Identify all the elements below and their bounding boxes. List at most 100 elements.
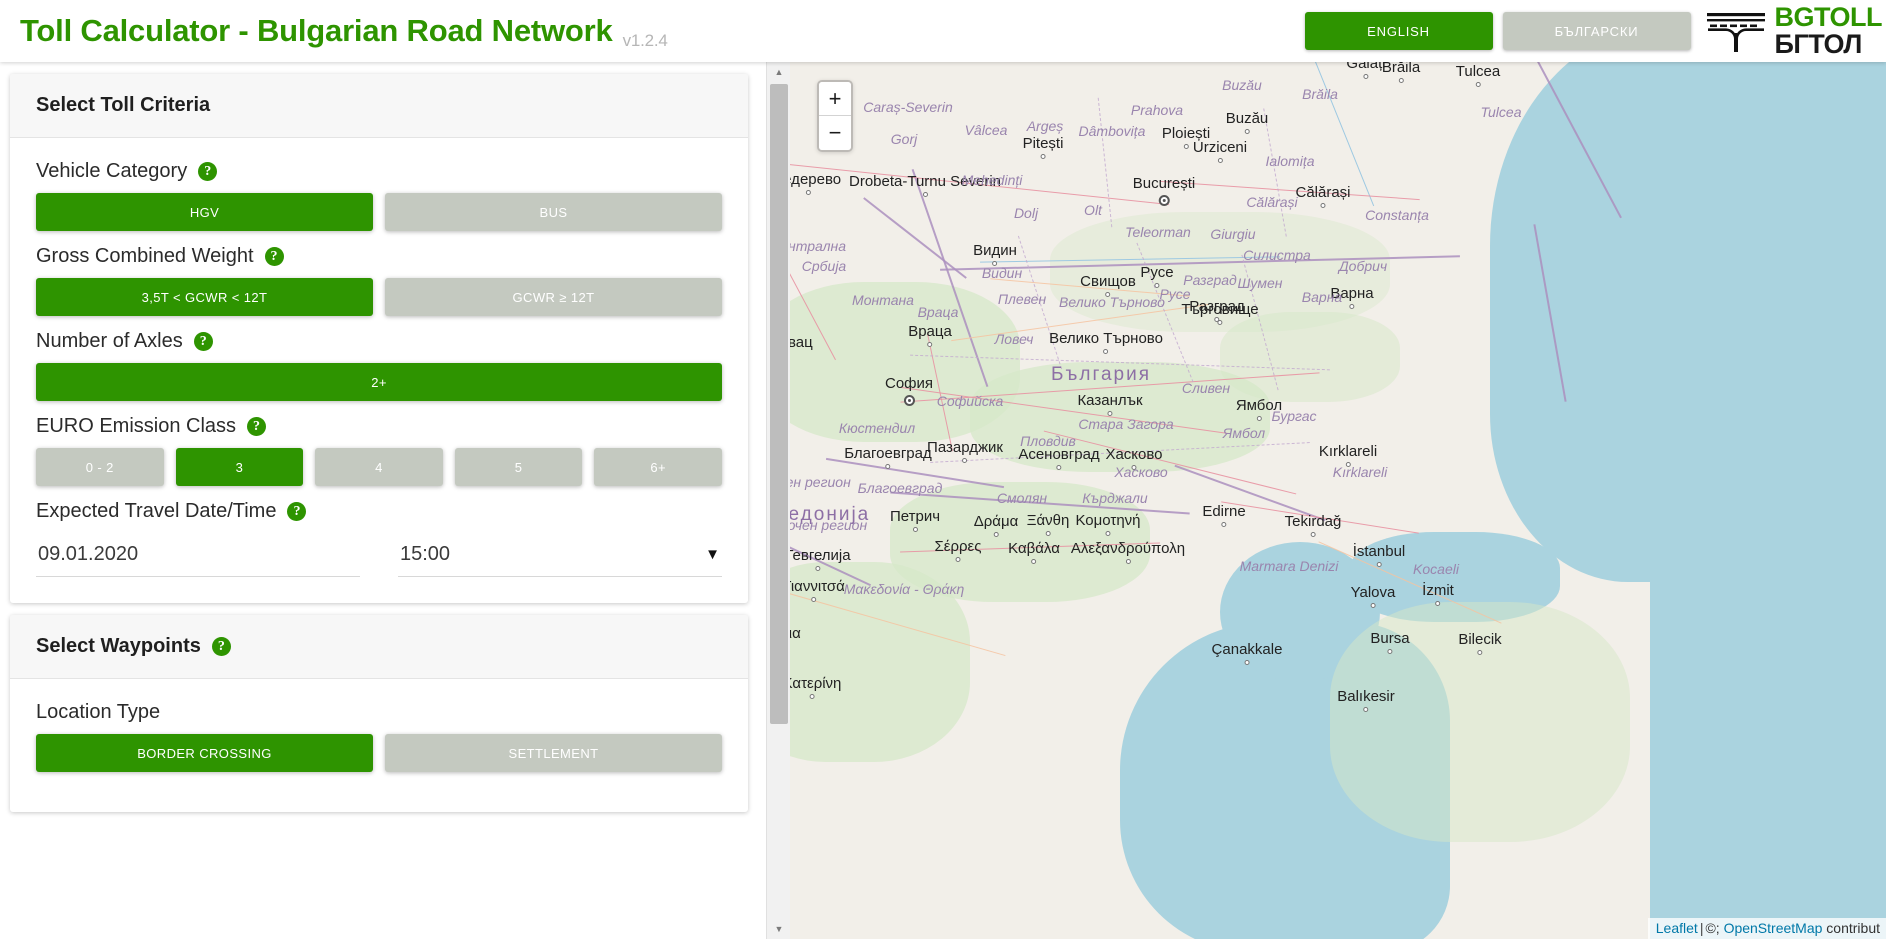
- zoom-out-button[interactable]: −: [819, 116, 851, 150]
- map-label-text: Србија: [801, 258, 847, 274]
- waypoints-card: Select Waypoints ? Location Type BORDER …: [10, 615, 748, 812]
- criteria-scroll-content: Select Toll Criteria Vehicle Category ? …: [0, 62, 768, 939]
- road-bucuresti-constanta: [1160, 180, 1420, 201]
- gcw-label-row: Gross Combined Weight ?: [36, 245, 722, 268]
- map-label-text: Велико Търново: [1049, 330, 1163, 347]
- euro-option-6plus[interactable]: 6+: [594, 448, 722, 486]
- app-version: v1.2.4: [622, 31, 668, 50]
- map-label-text: Călărași: [1246, 194, 1298, 210]
- location-type-label: Location Type: [36, 701, 161, 723]
- map-place-marker-icon: [1103, 349, 1109, 354]
- map-label-text: Gorj: [890, 131, 918, 147]
- map-label: Vâlcea: [965, 122, 1008, 140]
- waypoints-card-title: Select Waypoints: [36, 635, 201, 657]
- euro-option-5[interactable]: 5: [454, 448, 583, 486]
- map-label-text: Buzău: [1222, 77, 1262, 93]
- map-label-text: Благоевград: [844, 445, 932, 462]
- map-label: Северна Македонија: [790, 504, 870, 526]
- help-icon-waypoints[interactable]: ?: [211, 637, 231, 656]
- toll-criteria-card-title: Select Toll Criteria: [36, 94, 211, 116]
- euro-option-0-2[interactable]: 0 - 2: [36, 448, 164, 486]
- bgtoll-logo: BGTOLL БГТОЛ: [1705, 4, 1883, 58]
- map-label-text: Caraș-Severin: [863, 99, 953, 115]
- language-button-english[interactable]: ENGLISH: [1304, 12, 1493, 50]
- help-icon-euro-emission-class[interactable]: ?: [247, 417, 267, 436]
- app-header: Toll Calculator - Bulgarian Road Network…: [0, 0, 1886, 62]
- axles-option-2plus[interactable]: 2+: [36, 363, 722, 401]
- app-root: Toll Calculator - Bulgarian Road Network…: [0, 0, 1886, 939]
- logo-text-bg: БГТОЛ: [1774, 29, 1863, 59]
- page-title: Toll Calculator - Bulgarian Road Network…: [20, 13, 668, 50]
- map-place-marker-icon: [1040, 154, 1046, 159]
- map-label: Pitești: [1023, 135, 1063, 159]
- map-label-text: Ploiești: [1161, 125, 1211, 142]
- travel-date-input[interactable]: 09.01.2020: [36, 539, 360, 577]
- map-label: Brăila: [1302, 86, 1338, 104]
- axles-label-row: Number of Axles ?: [36, 330, 722, 353]
- map-label-text: Kırklareli: [1332, 464, 1388, 480]
- map-label-text: Dâmbovița: [1078, 123, 1146, 139]
- map-label: Gorj: [891, 131, 917, 149]
- location-type-option-settlement[interactable]: SETTLEMENT: [385, 734, 722, 772]
- location-type-label-row: Location Type: [36, 701, 722, 724]
- map-place-marker-icon: [1244, 129, 1250, 134]
- black-sea-east: [1650, 62, 1886, 939]
- help-icon-gross-combined-weight[interactable]: ?: [264, 247, 284, 266]
- map-label: Brăila: [1382, 62, 1420, 83]
- map-label-text: Urziceni: [1192, 139, 1248, 156]
- road-romania-west: [790, 160, 1169, 205]
- vehicle-category-option-bus[interactable]: BUS: [385, 193, 722, 231]
- copyright-symbol: ©;: [1705, 920, 1720, 936]
- map-label-text: Видин: [973, 242, 1017, 259]
- openstreetmap-link[interactable]: OpenStreetMap: [1724, 920, 1823, 936]
- border-bulgaria-macedonia: [825, 457, 1005, 489]
- euro-emission-class-label: EURO Emission Class: [36, 415, 237, 437]
- gcw-option-over-12t[interactable]: GCWR ≥ 12T: [385, 278, 722, 316]
- number-of-axles-label: Number of Axles: [36, 330, 183, 352]
- vehicle-category-label: Vehicle Category: [36, 160, 188, 182]
- euro-emission-class-options: 0 - 2 3 4 5 6+: [36, 448, 722, 486]
- map-label: Galați: [1346, 62, 1386, 79]
- map-label-text: Prahova: [1130, 102, 1184, 118]
- criteria-panel: Select Toll Criteria Vehicle Category ? …: [0, 62, 790, 939]
- criteria-panel-scrollbar[interactable]: ▲ ▼: [766, 62, 790, 939]
- scroll-up-arrow-icon[interactable]: ▲: [767, 62, 791, 82]
- number-of-axles-options: 2+: [36, 363, 722, 401]
- scroll-down-arrow-icon[interactable]: ▼: [767, 919, 791, 939]
- location-type-options: BORDER CROSSING SETTLEMENT: [36, 734, 722, 772]
- border-bulgaria-turkey: [1174, 464, 1326, 522]
- map-label: Видин: [973, 242, 1017, 266]
- map-place-marker-icon: [1217, 158, 1223, 163]
- map-label: Ploiești: [1161, 125, 1211, 149]
- help-icon-vehicle-category[interactable]: ?: [198, 162, 218, 181]
- map-label-text: Edirne: [1202, 503, 1246, 520]
- euro-option-3[interactable]: 3: [175, 448, 304, 486]
- map-label: Велико Търново: [1049, 330, 1163, 354]
- map-label-text: Argeș: [1026, 118, 1064, 134]
- help-icon-travel-datetime[interactable]: ?: [287, 502, 307, 521]
- page-title-text: Toll Calculator - Bulgarian Road Network: [20, 13, 613, 48]
- zoom-in-button[interactable]: +: [819, 82, 851, 116]
- map-label-text: Dolj: [1013, 205, 1039, 221]
- map-label: Buzău: [1222, 77, 1262, 95]
- map-label: Благоевград: [844, 445, 932, 469]
- vehicle-category-label-row: Vehicle Category ?: [36, 160, 722, 183]
- map-view[interactable]: Galați Caraș-Severin Buzău Prahova Brăila Bră…: [790, 62, 1886, 939]
- travel-time-select[interactable]: 15:00 ▼: [398, 539, 722, 577]
- vehicle-category-option-hgv[interactable]: HGV: [36, 193, 373, 231]
- euro-label-row: EURO Emission Class ?: [36, 415, 722, 438]
- map-label-text: Бургас: [1271, 408, 1317, 424]
- map-label-text: Tulcea: [1455, 63, 1501, 80]
- map-place-marker-icon: [805, 190, 811, 195]
- gcw-option-under-12t[interactable]: 3,5T < GCWR < 12T: [36, 278, 373, 316]
- location-type-option-border-crossing[interactable]: BORDER CROSSING: [36, 734, 373, 772]
- scrollbar-thumb[interactable]: [770, 84, 788, 724]
- language-button-bulgarian[interactable]: БЪЛГАРСКИ: [1502, 12, 1691, 50]
- euro-option-4[interactable]: 4: [315, 448, 443, 486]
- chevron-down-icon[interactable]: ▼: [705, 546, 720, 563]
- help-icon-number-of-axles[interactable]: ?: [193, 332, 213, 351]
- leaflet-link[interactable]: Leaflet: [1656, 920, 1698, 936]
- waypoints-card-header: Select Waypoints ?: [10, 615, 748, 679]
- logo-text-en: BGTOLL: [1774, 2, 1883, 32]
- logo-wordmark: BGTOLL БГТОЛ: [1775, 4, 1883, 58]
